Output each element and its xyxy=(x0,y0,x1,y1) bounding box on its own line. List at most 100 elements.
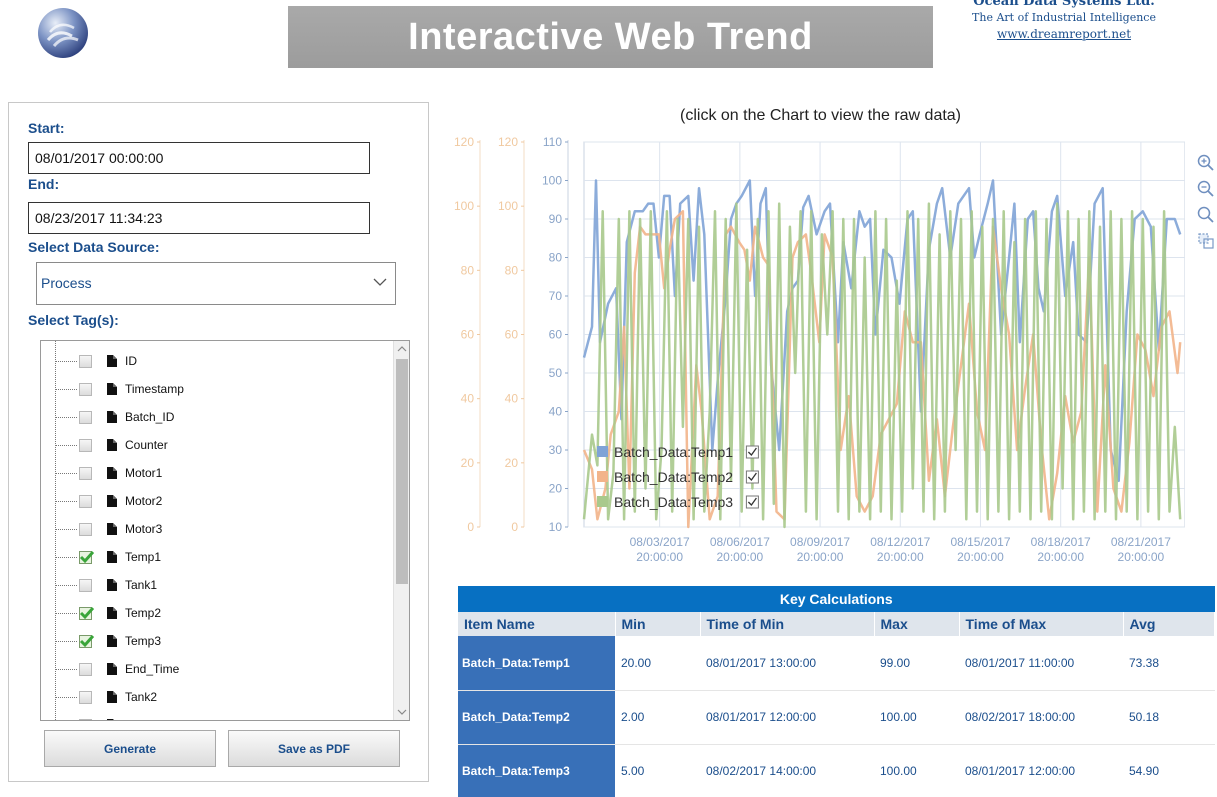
tag-checkbox[interactable] xyxy=(79,662,92,676)
x-tick-label: 08/18/2017 xyxy=(1031,535,1091,549)
legend-checkbox[interactable] xyxy=(745,445,759,459)
company-url-link[interactable]: www.dreamreport.net xyxy=(944,26,1184,42)
tag-tree-item[interactable]: Counter xyxy=(41,431,393,459)
legend-checkbox[interactable] xyxy=(745,495,759,509)
document-icon xyxy=(107,523,117,535)
tag-tree-item[interactable]: Motor2 xyxy=(41,487,393,515)
y-tick-label: 70 xyxy=(549,289,563,303)
tag-tree-item[interactable]: Motor3 xyxy=(41,515,393,543)
company-name: Ocean Data Systems Ltd. xyxy=(973,0,1155,9)
start-label: Start: xyxy=(28,120,65,136)
tag-tree-item[interactable]: End_Time xyxy=(41,655,393,683)
y-tick-label: 120 xyxy=(454,135,474,149)
cell-avg: 73.38 xyxy=(1123,636,1215,691)
y-tick-label: 10 xyxy=(549,520,563,534)
save-pdf-button[interactable]: Save as PDF xyxy=(228,730,400,767)
end-date-input[interactable] xyxy=(28,202,370,234)
scroll-thumb[interactable] xyxy=(396,359,408,584)
y-tick-label: 110 xyxy=(543,135,562,149)
x-tick-label: 20:00:00 xyxy=(717,550,764,564)
x-tick-label: 08/12/2017 xyxy=(870,535,930,549)
tree-connector xyxy=(55,556,77,558)
cell-min: 2.00 xyxy=(615,690,700,745)
y-tick-label: 120 xyxy=(498,135,518,149)
y-tick-label: 60 xyxy=(549,328,563,342)
x-tick-label: 20:00:00 xyxy=(1118,550,1165,564)
selection-icon[interactable] xyxy=(1197,232,1215,250)
tag-label: Temp1 xyxy=(125,550,162,564)
y-tick-label: 80 xyxy=(505,263,519,277)
legend-checkbox[interactable] xyxy=(745,470,759,484)
zoom-reset-icon[interactable] xyxy=(1197,206,1215,224)
tag-tree-item[interactable]: Timestamp xyxy=(41,375,393,403)
cell-time-max: 08/01/2017 11:00:00 xyxy=(959,636,1123,691)
y-tick-label: 90 xyxy=(549,212,563,226)
x-tick-label: 08/21/2017 xyxy=(1111,535,1171,549)
tag-checkbox[interactable] xyxy=(79,522,92,536)
tag-label: Tank2 xyxy=(125,690,158,704)
tag-checkbox[interactable] xyxy=(79,550,95,564)
document-icon xyxy=(107,663,117,675)
tag-tree[interactable]: ID Timestamp Batch_ID Counter Motor1 Motor2 Mo… xyxy=(40,340,410,721)
tag-tree-item[interactable]: ID xyxy=(41,347,393,375)
document-icon xyxy=(107,607,117,619)
company-logo xyxy=(36,6,90,60)
document-icon xyxy=(107,719,114,720)
tag-checkbox[interactable] xyxy=(79,606,95,620)
scroll-up-icon[interactable] xyxy=(394,341,410,357)
col-header-time-min: Time of Min xyxy=(700,612,875,636)
tag-tree-item[interactable]: Batch_ID xyxy=(41,403,393,431)
y-tick-label: 40 xyxy=(505,392,519,406)
cell-item: Batch_Data:Temp1 xyxy=(458,636,615,691)
tag-tree-item[interactable]: Temp1 xyxy=(41,543,393,571)
tag-label: Batch_ID xyxy=(125,410,175,424)
tag-tree-item[interactable]: Tank1 xyxy=(41,571,393,599)
tag-checkbox[interactable] xyxy=(79,354,92,368)
trend-chart[interactable]: 0 20 40 60 80 100 120 0 20 40 60 80 100 120 10 20 30 40 50… xyxy=(440,122,1185,577)
tree-connector xyxy=(55,472,77,474)
key-calculations-table: Key Calculations Item Name Min Time of M… xyxy=(458,586,1215,797)
cell-time-min: 08/01/2017 13:00:00 xyxy=(700,636,874,691)
tag-checkbox[interactable] xyxy=(79,494,92,508)
tag-tree-item[interactable]: Temp3 xyxy=(41,627,393,655)
tag-checkbox[interactable] xyxy=(79,382,92,396)
tag-checkbox[interactable] xyxy=(79,578,92,592)
cell-max: 99.00 xyxy=(874,636,959,691)
y-tick-label: 80 xyxy=(549,251,563,265)
start-date-input[interactable] xyxy=(28,142,370,174)
tag-tree-item[interactable]: Tank3 xyxy=(41,711,393,720)
zoom-out-icon[interactable] xyxy=(1197,180,1215,198)
scroll-down-icon[interactable] xyxy=(394,704,410,720)
cell-item: Batch_Data:Temp3 xyxy=(458,744,615,797)
tag-tree-item[interactable]: Tank2 xyxy=(41,683,393,711)
end-label: End: xyxy=(28,176,60,192)
tag-checkbox[interactable] xyxy=(79,438,92,452)
zoom-in-icon[interactable] xyxy=(1197,154,1215,172)
cell-time-max: 08/01/2017 12:00:00 xyxy=(959,744,1123,797)
tag-checkbox[interactable] xyxy=(79,718,92,720)
x-tick-label: 20:00:00 xyxy=(1037,550,1084,564)
document-icon xyxy=(107,691,117,703)
tag-tree-item[interactable]: Motor1 xyxy=(41,459,393,487)
cell-max: 100.00 xyxy=(874,690,959,745)
data-source-select[interactable]: Process xyxy=(36,262,396,305)
company-tagline: The Art of Industrial Intelligence xyxy=(972,11,1156,24)
tag-tree-item[interactable]: Temp2 xyxy=(41,599,393,627)
tree-connector xyxy=(55,388,77,390)
tree-connector xyxy=(55,612,77,614)
tag-checkbox[interactable] xyxy=(79,466,92,480)
tag-tree-scrollbar[interactable] xyxy=(393,341,409,720)
tag-checkbox[interactable] xyxy=(79,634,95,648)
y-tick-label: 0 xyxy=(467,520,474,534)
generate-button[interactable]: Generate xyxy=(44,730,216,767)
cell-item: Batch_Data:Temp2 xyxy=(458,690,615,745)
tag-checkbox[interactable] xyxy=(79,410,92,424)
col-header-time-max: Time of Max xyxy=(959,612,1124,636)
company-info: Ocean Data Systems Ltd. The Art of Indus… xyxy=(944,0,1184,42)
tree-connector xyxy=(55,500,77,502)
y-tick-label: 50 xyxy=(549,366,563,380)
y-tick-label: 40 xyxy=(461,392,475,406)
tag-checkbox[interactable] xyxy=(79,690,92,704)
y-tick-label: 60 xyxy=(505,328,519,342)
tags-label: Select Tag(s): xyxy=(28,312,119,328)
